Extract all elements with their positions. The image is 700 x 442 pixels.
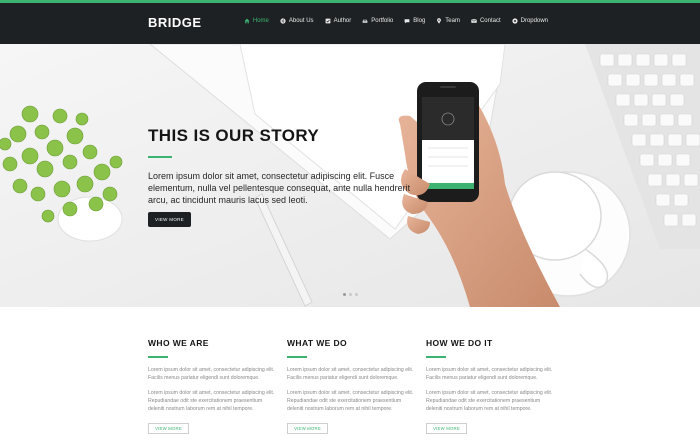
features-section: WHO WE ARE Lorem ipsum dolor sit amet, c… [148, 338, 568, 442]
feature-column-how-we-do-it: HOW WE DO IT Lorem ipsum dolor sit amet,… [426, 338, 556, 434]
column-title-underline [287, 356, 307, 358]
column-paragraph: Lorem ipsum dolor sit amet, consectetur … [426, 367, 553, 381]
nav-item-author[interactable]: Author [325, 18, 352, 24]
hero-title: THIS IS OUR STORY [148, 126, 320, 145]
nav-item-portfolio[interactable]: Portfolio [362, 18, 393, 24]
column-title-underline [426, 356, 446, 358]
column-title: WHO WE ARE [148, 338, 209, 348]
main-nav: Home About Us Author Portfolio Blog Team… [244, 18, 548, 24]
column-paragraph: Lorem ipsum dolor sit amet, consectetur … [148, 367, 275, 381]
column-paragraph: Lorem ipsum dolor sit amet, consectetur … [148, 390, 275, 412]
column-paragraph: Lorem ipsum dolor sit amet, consectetur … [426, 390, 553, 412]
slider-dot-3[interactable] [355, 293, 358, 296]
hero-slider: THIS IS OUR STORY Lorem ipsum dolor sit … [0, 44, 700, 307]
feature-column-what-we-do: WHAT WE DO Lorem ipsum dolor sit amet, c… [287, 338, 417, 434]
site-header: BRIDGE Home About Us Author Portfolio Bl… [0, 3, 700, 44]
slider-dot-2[interactable] [349, 293, 352, 296]
hero-title-underline [148, 156, 172, 158]
nav-item-team[interactable]: Team [436, 18, 460, 24]
nav-item-contact[interactable]: Contact [471, 18, 501, 24]
column-title: HOW WE DO IT [426, 338, 493, 348]
nav-item-blog[interactable]: Blog [404, 18, 425, 24]
nav-label: Home [252, 18, 269, 24]
nav-label: Blog [413, 18, 426, 24]
nav-item-about-us[interactable]: About Us [280, 18, 314, 24]
nav-label: Portfolio [371, 18, 394, 24]
globe-icon [280, 18, 286, 24]
column-paragraph: Lorem ipsum dolor sit amet, consectetur … [287, 390, 414, 412]
feature-column-who-we-are: WHO WE ARE Lorem ipsum dolor sit amet, c… [148, 338, 278, 434]
home-icon [244, 18, 250, 24]
brand-logo[interactable]: BRIDGE [148, 15, 202, 30]
nav-item-dropdown[interactable]: Dropdown [512, 18, 548, 24]
nav-label: Team [445, 18, 460, 24]
slider-dot-1[interactable] [343, 293, 346, 296]
hero-text: Lorem ipsum dolor sit amet, consectetur … [148, 171, 411, 205]
nav-label: Author [333, 18, 352, 24]
gear-icon [512, 18, 518, 24]
column-view-more-button[interactable]: VIEW MORE [148, 423, 189, 434]
column-paragraph: Lorem ipsum dolor sit amet, consectetur … [287, 367, 414, 381]
chat-icon [404, 18, 410, 24]
column-title: WHAT WE DO [287, 338, 348, 348]
column-view-more-button[interactable]: VIEW MORE [287, 423, 328, 434]
nav-label: Contact [479, 18, 501, 24]
pin-icon [436, 18, 442, 24]
nav-item-home[interactable]: Home [244, 18, 269, 24]
nav-label: Dropdown [520, 18, 548, 24]
mail-icon [471, 18, 477, 24]
slider-dots [343, 293, 358, 296]
column-title-underline [148, 356, 168, 358]
nav-label: About Us [288, 18, 314, 24]
checkbox-icon [325, 18, 331, 24]
column-view-more-button[interactable]: VIEW MORE [426, 423, 467, 434]
hero-view-more-button[interactable]: VIEW MORE [148, 212, 191, 227]
car-icon [362, 18, 368, 24]
